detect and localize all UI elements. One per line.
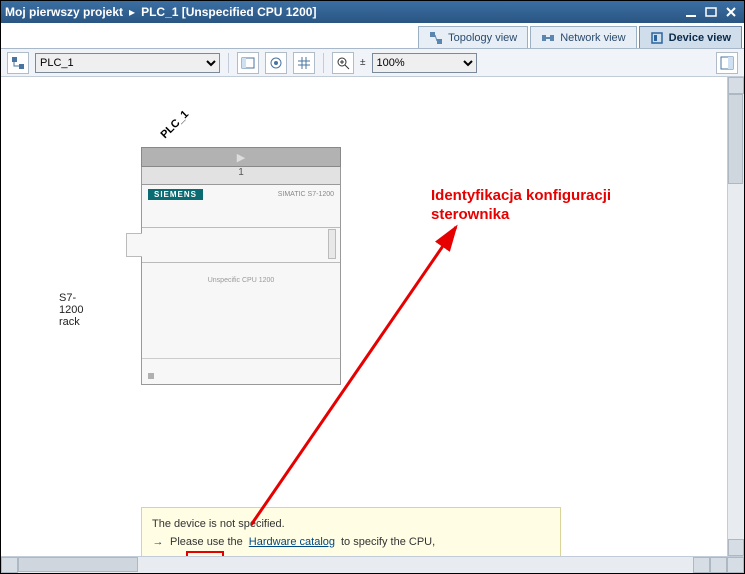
scroll-thumb[interactable]	[728, 94, 743, 184]
scroll-corner	[727, 557, 744, 573]
hint-text: Please use the	[170, 534, 243, 552]
device-body[interactable]: SIEMENS SIMATIC S7-1200 Unspecific CPU 1…	[141, 185, 341, 385]
vertical-scrollbar[interactable]	[727, 77, 744, 556]
zoom-out-icon[interactable]: ±	[360, 57, 366, 68]
scroll-thumb[interactable]	[18, 557, 138, 572]
window-titlebar: Moj pierwszy projekt ▸ PLC_1 [Unspecifie…	[1, 1, 744, 23]
arrow-right-icon: →	[152, 534, 164, 552]
rack-slot-number[interactable]: 1	[141, 167, 341, 185]
cpu-tag: Unspecific CPU 1200	[208, 277, 275, 284]
window-close-icon[interactable]	[722, 3, 740, 21]
arrow-right-icon: →	[152, 553, 164, 556]
topology-icon	[429, 31, 443, 45]
layout-icon[interactable]	[237, 52, 259, 74]
splitter-handle[interactable]	[710, 557, 727, 573]
zoom-selector[interactable]: 100%	[372, 53, 477, 73]
title-device: PLC_1 [Unspecified CPU 1200]	[141, 5, 316, 19]
window-minimize-icon[interactable]	[682, 3, 700, 21]
device-icon	[650, 31, 664, 45]
tab-topology-view[interactable]: Topology view	[418, 26, 528, 48]
scroll-track[interactable]	[18, 557, 693, 573]
detect-link[interactable]: detect	[190, 555, 220, 556]
title-project: Moj pierwszy projekt	[5, 5, 123, 19]
device-canvas[interactable]: PLC_1 S7-1200 rack ▶ 1 SIEMENS SIMATIC S…	[1, 77, 744, 556]
view-tabs: Topology view Network view Device view	[1, 23, 744, 49]
scroll-right-button[interactable]	[693, 557, 710, 573]
annotation-highlight-box: detect	[186, 551, 224, 556]
hint-line-1: The device is not specified.	[152, 516, 550, 534]
device-selector[interactable]: PLC_1	[35, 53, 220, 73]
scroll-up-button[interactable]	[728, 77, 744, 94]
device-tree-icon[interactable]	[7, 52, 29, 74]
brand-badge: SIEMENS	[148, 189, 203, 200]
rack-header[interactable]: ▶	[141, 147, 341, 167]
hint-text: to specify the CPU,	[341, 534, 435, 552]
tab-label: Topology view	[448, 32, 517, 44]
tab-network-view[interactable]: Network view	[530, 26, 636, 48]
network-icon	[541, 31, 555, 45]
chevron-right-icon: ▶	[237, 151, 245, 164]
panel-toggle-icon[interactable]	[716, 52, 738, 74]
zoom-in-icon[interactable]	[332, 52, 354, 74]
tab-label: Network view	[560, 32, 625, 44]
annotation-text: Identyfikacja konfiguracji sterownika	[431, 187, 691, 225]
scroll-down-button[interactable]	[728, 539, 744, 556]
hardware-catalog-link[interactable]: Hardware catalog	[249, 534, 335, 552]
breadcrumb-sep: ▸	[129, 5, 135, 19]
device-label: PLC_1	[159, 108, 192, 141]
hint-text: the configuration of the connected devic…	[230, 553, 434, 556]
tab-device-view[interactable]: Device view	[639, 26, 742, 48]
unspecified-device-hint: The device is not specified. → Please us…	[141, 507, 561, 556]
hint-text: or	[170, 553, 180, 556]
view-mode-icon[interactable]	[265, 52, 287, 74]
horizontal-scrollbar[interactable]	[1, 556, 744, 573]
model-label: SIMATIC S7-1200	[278, 191, 334, 198]
scroll-left-button[interactable]	[1, 557, 18, 573]
grid-icon[interactable]	[293, 52, 315, 74]
toolbar: PLC_1 ± 100%	[1, 49, 744, 77]
rack-label: S7-1200 rack	[59, 292, 83, 328]
tab-label: Device view	[669, 32, 731, 44]
window-restore-icon[interactable]	[702, 3, 720, 21]
